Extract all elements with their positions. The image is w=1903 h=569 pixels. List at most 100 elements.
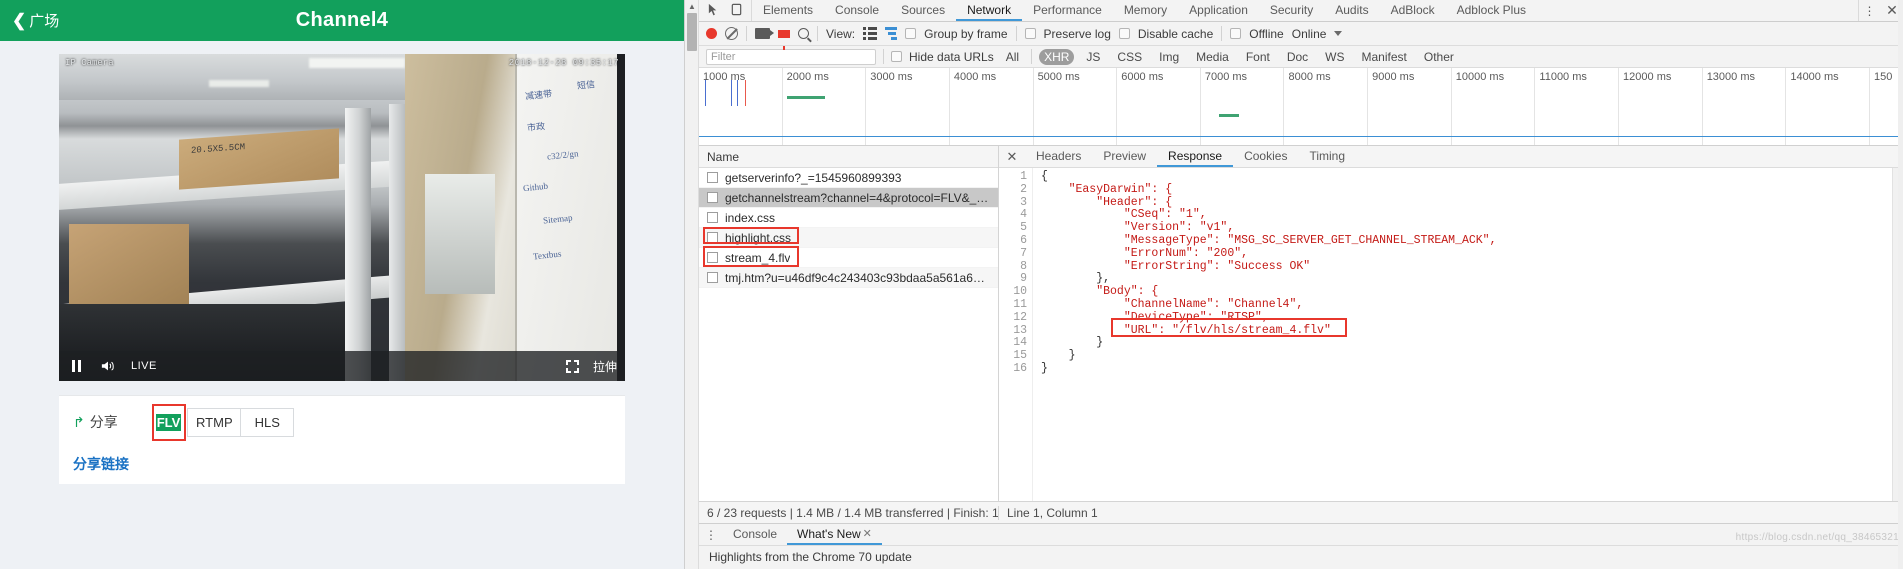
cam-rack-post (389, 104, 405, 381)
timeline-tick: 4000 ms (950, 68, 1034, 145)
code-line: "URL": "/flv/hls/stream_4.flv" (1041, 323, 1331, 337)
row-checkbox[interactable] (707, 272, 718, 283)
protocol-tab-flv[interactable]: FLV (155, 413, 182, 431)
preserve-log-checkbox[interactable] (1024, 28, 1036, 39)
drawer-tab-label: What's New (797, 526, 861, 541)
detail-tab-timing[interactable]: Timing (1298, 146, 1356, 167)
search-icon[interactable] (798, 28, 809, 39)
chevron-down-icon[interactable] (1334, 31, 1343, 36)
tab-security[interactable]: Security (1259, 0, 1324, 21)
protocol-row: ↱ 分享 FLV RTMP HLS (59, 396, 625, 448)
table-row[interactable]: getchannelstream?channel=4&protocol=FLV&… (699, 188, 998, 208)
stretch-button[interactable]: 拉伸 (593, 358, 617, 375)
close-icon[interactable]: ✕ (999, 146, 1025, 167)
whiteboard-note: 短信 (576, 79, 596, 91)
timeline-tick: 12000 ms (1619, 68, 1703, 145)
camera-icon[interactable] (755, 28, 774, 39)
filter-type-img[interactable]: Img (1154, 49, 1184, 65)
share-label: 分享 (89, 414, 118, 430)
page-scrollbar[interactable]: ▲ (685, 0, 699, 569)
kebab-menu-icon[interactable]: ⋮ (1858, 0, 1880, 21)
row-checkbox[interactable] (707, 212, 718, 223)
group-by-frame-label: Group by frame (924, 26, 1008, 41)
code-line: }, (1041, 272, 1111, 286)
filter-type-all[interactable]: All (1001, 49, 1024, 65)
protocol-tab-hls[interactable]: HLS (240, 407, 295, 437)
share-button[interactable]: ↱ 分享 (73, 412, 118, 432)
kebab-menu-icon[interactable]: ⋮ (699, 524, 723, 545)
table-row[interactable]: getserverinfo?_=1545960899393 (699, 168, 998, 188)
tab-performance[interactable]: Performance (1022, 0, 1113, 21)
network-toolbar: View: Group by frame Preserve log Disabl… (699, 22, 1903, 50)
filter-type-other[interactable]: Other (1419, 49, 1459, 65)
filter-type-media[interactable]: Media (1191, 49, 1234, 65)
drawer-tab-whats-new[interactable]: What's New ✕ (787, 524, 882, 545)
video-player[interactable]: 减速带 市政 Github c32/2/gn Sitemap Textbus 短… (59, 54, 625, 381)
tab-elements[interactable]: Elements (752, 0, 824, 21)
devtools-panel: ▲ Elements Console Sources Network Perfo… (684, 0, 1903, 569)
volume-icon[interactable] (99, 358, 117, 374)
request-list-header[interactable]: Name (699, 146, 998, 168)
detail-tab-headers[interactable]: Headers (1025, 146, 1092, 167)
tab-network[interactable]: Network (956, 0, 1023, 21)
funnel-icon[interactable] (778, 29, 790, 50)
tab-application[interactable]: Application (1178, 0, 1259, 21)
response-body-viewer[interactable]: 1 2 3 4 5 6 7 8 9 10 11 12 13 14 15 16 {… (999, 168, 1903, 501)
throttle-value[interactable]: Online (1292, 27, 1327, 41)
filter-type-doc[interactable]: Doc (1282, 49, 1313, 65)
row-checkbox[interactable] (707, 252, 718, 263)
drawer-tab-console[interactable]: Console (723, 524, 787, 545)
row-checkbox[interactable] (707, 172, 718, 183)
pause-icon[interactable] (67, 358, 85, 374)
row-checkbox[interactable] (707, 192, 718, 203)
timeline-tick: 14000 ms (1786, 68, 1870, 145)
detail-tab-response[interactable]: Response (1157, 146, 1234, 167)
tab-audits[interactable]: Audits (1324, 0, 1379, 21)
filter-type-manifest[interactable]: Manifest (1357, 49, 1412, 65)
network-overview-timeline[interactable]: 1000 ms 2000 ms 3000 ms 4000 ms 5000 ms … (699, 68, 1903, 146)
table-row[interactable]: stream_4.flv (699, 248, 998, 268)
tab-memory[interactable]: Memory (1113, 0, 1178, 21)
device-toolbar-icon[interactable] (730, 3, 743, 19)
scroll-up-icon[interactable]: ▲ (685, 0, 699, 13)
table-row[interactable]: highlight.css (699, 228, 998, 248)
hide-data-urls-checkbox[interactable] (891, 51, 902, 62)
filter-type-css[interactable]: CSS (1112, 49, 1147, 65)
hide-data-urls-label: Hide data URLs (909, 49, 994, 64)
tab-console[interactable]: Console (824, 0, 890, 21)
record-icon[interactable] (706, 28, 717, 39)
request-name: stream_4.flv (725, 250, 791, 265)
table-row[interactable]: tmj.htm?u=u46df9c4c243403c93bdaa5a561a69… (699, 268, 998, 288)
clear-icon[interactable] (725, 27, 738, 40)
tab-adblock-plus[interactable]: Adblock Plus (1446, 0, 1537, 21)
cam-light (309, 58, 405, 68)
waterfall-view-icon[interactable] (885, 27, 898, 40)
tab-sources[interactable]: Sources (890, 0, 956, 21)
detail-tab-cookies[interactable]: Cookies (1233, 146, 1298, 167)
filter-type-font[interactable]: Font (1241, 49, 1275, 65)
timeline-tick-label: 8000 ms (1288, 71, 1331, 83)
list-view-icon[interactable] (863, 27, 878, 40)
back-button[interactable]: ❮ 广场 (12, 10, 59, 31)
table-row[interactable]: index.css (699, 208, 998, 228)
group-by-frame-checkbox[interactable] (905, 28, 917, 39)
filter-type-js[interactable]: JS (1081, 49, 1105, 65)
fullscreen-icon[interactable] (565, 359, 579, 373)
offline-checkbox[interactable] (1230, 28, 1242, 39)
scrollbar-thumb[interactable] (687, 13, 697, 51)
inspect-element-icon[interactable] (707, 3, 720, 19)
close-icon[interactable]: ✕ (863, 527, 872, 540)
filter-type-xhr[interactable]: XHR (1039, 48, 1075, 65)
devtools-right-scrollbar[interactable] (1898, 0, 1903, 569)
whiteboard-note: Sitemap (542, 212, 573, 226)
protocol-tab-rtmp[interactable]: RTMP (187, 407, 242, 437)
code-line: "ErrorString": "Success OK" (1041, 259, 1311, 273)
filter-type-ws[interactable]: WS (1320, 49, 1349, 65)
search-input[interactable]: Filter (706, 48, 876, 65)
tab-adblock[interactable]: AdBlock (1380, 0, 1446, 21)
code-line: "DeviceType": "RTSP", (1041, 310, 1269, 324)
disable-cache-checkbox[interactable] (1118, 28, 1130, 39)
line-number: 11 (1013, 297, 1027, 311)
row-checkbox[interactable] (707, 232, 718, 243)
detail-tab-preview[interactable]: Preview (1092, 146, 1157, 167)
